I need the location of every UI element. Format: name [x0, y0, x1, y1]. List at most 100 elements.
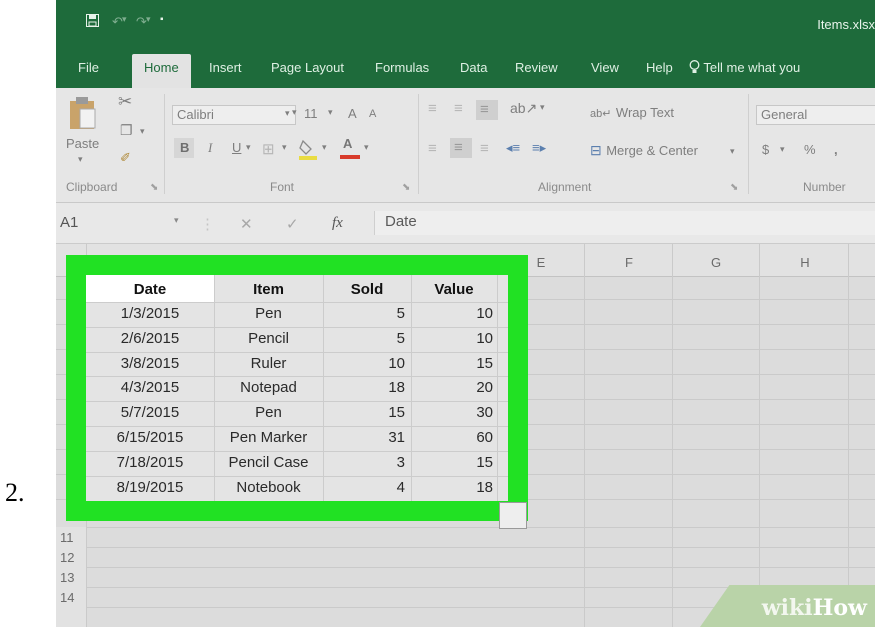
- cell-date[interactable]: 3/8/2015: [86, 352, 214, 376]
- comma-button[interactable]: ,: [834, 142, 838, 157]
- cell-item[interactable]: Notepad: [214, 376, 323, 400]
- fill-color-icon[interactable]: [298, 138, 318, 165]
- cell-sold[interactable]: 5: [323, 302, 405, 326]
- column-header-g[interactable]: G: [696, 255, 736, 270]
- cell-sold[interactable]: 15: [323, 401, 405, 425]
- row-header-13[interactable]: 13: [60, 570, 74, 585]
- cell-item[interactable]: Pen: [214, 302, 323, 326]
- merge-center-button[interactable]: ⊟ Merge & Center: [590, 142, 698, 160]
- cell-item[interactable]: Pen: [214, 401, 323, 425]
- cell-sold[interactable]: 4: [323, 476, 405, 500]
- grow-font-button[interactable]: A: [348, 106, 357, 121]
- tab-file[interactable]: File: [78, 60, 99, 75]
- enter-entry-icon[interactable]: ✓: [286, 215, 299, 233]
- name-box-dropdown-icon[interactable]: ▾: [174, 215, 179, 226]
- italic-button[interactable]: I: [208, 140, 212, 156]
- row-header-11[interactable]: 11: [60, 530, 74, 545]
- align-top-icon[interactable]: ≡: [428, 100, 437, 117]
- font-size-dropdown-icon[interactable]: ▾: [328, 107, 333, 118]
- paste-button[interactable]: Paste: [66, 136, 99, 151]
- tab-insert[interactable]: Insert: [209, 60, 242, 75]
- font-color-dropdown-icon[interactable]: ▾: [364, 142, 369, 153]
- borders-icon[interactable]: ⊞: [262, 140, 275, 158]
- align-left-icon[interactable]: ≡: [428, 140, 437, 157]
- undo-dropdown-icon[interactable]: ▾: [122, 14, 127, 25]
- cell-value[interactable]: 18: [411, 476, 493, 500]
- cell-item[interactable]: Pencil: [214, 327, 323, 351]
- paste-dropdown-icon[interactable]: ▾: [78, 154, 83, 165]
- header-cell-date[interactable]: Date: [86, 275, 214, 302]
- cut-icon[interactable]: ✂: [118, 92, 132, 112]
- align-middle-icon[interactable]: ≡: [454, 100, 463, 117]
- cell-date[interactable]: 6/15/2015: [86, 426, 214, 450]
- decrease-indent-icon[interactable]: ◂≡: [506, 140, 520, 156]
- merge-center-dropdown-icon[interactable]: ▾: [730, 146, 735, 157]
- bold-button[interactable]: B: [180, 140, 189, 155]
- tab-formulas[interactable]: Formulas: [375, 60, 429, 75]
- cell-item[interactable]: Pen Marker: [214, 426, 323, 450]
- wrap-text-button[interactable]: ab↵ Wrap Text: [590, 104, 674, 122]
- underline-button[interactable]: U: [232, 140, 241, 155]
- data-table[interactable]: Date Item Sold Value 1/3/2015 Pen 5 10 2/6/2…: [86, 275, 508, 501]
- cell-date[interactable]: 5/7/2015: [86, 401, 214, 425]
- cell-sold[interactable]: 31: [323, 426, 405, 450]
- shrink-font-button[interactable]: A: [369, 108, 376, 120]
- cell-sold[interactable]: 3: [323, 451, 405, 475]
- cell-date[interactable]: 1/3/2015: [86, 302, 214, 326]
- align-right-icon[interactable]: ≡: [480, 140, 489, 157]
- number-format-combo[interactable]: General: [756, 105, 875, 125]
- tab-view[interactable]: View: [591, 60, 619, 75]
- insert-function-icon[interactable]: fx: [332, 215, 343, 232]
- font-size-combo[interactable]: ▾ 11 ▾: [292, 105, 340, 125]
- font-name-dropdown-icon[interactable]: ▾: [285, 108, 290, 119]
- cell-item[interactable]: Pencil Case: [214, 451, 323, 475]
- copy-dropdown-icon[interactable]: ▾: [140, 126, 145, 137]
- align-center-button[interactable]: ≡: [450, 138, 472, 158]
- column-header-f[interactable]: F: [609, 255, 649, 270]
- cell-date[interactable]: 2/6/2015: [86, 327, 214, 351]
- cell-item[interactable]: Ruler: [214, 352, 323, 376]
- save-icon[interactable]: [86, 14, 99, 30]
- tab-data[interactable]: Data: [460, 60, 487, 75]
- currency-button[interactable]: $: [762, 142, 769, 157]
- fill-color-dropdown-icon[interactable]: ▾: [322, 142, 327, 153]
- cell-value[interactable]: 10: [411, 327, 493, 351]
- name-box[interactable]: A1 ▾: [56, 211, 206, 235]
- alignment-launcher-icon[interactable]: ⬊: [730, 182, 738, 193]
- redo-dropdown-icon[interactable]: ▾: [146, 14, 151, 25]
- orientation-dropdown-icon[interactable]: ▾: [540, 102, 545, 113]
- cell-value[interactable]: 10: [411, 302, 493, 326]
- cell-date[interactable]: 7/18/2015: [86, 451, 214, 475]
- tab-help[interactable]: Help: [646, 60, 673, 75]
- cell-date[interactable]: 4/3/2015: [86, 376, 214, 400]
- tab-home[interactable]: Home: [132, 54, 191, 88]
- align-bottom-button[interactable]: ≡: [476, 100, 498, 120]
- tab-review[interactable]: Review: [515, 60, 558, 75]
- cell-sold[interactable]: 18: [323, 376, 405, 400]
- customize-quick-access-icon[interactable]: ▪: [160, 14, 164, 25]
- cell-value[interactable]: 30: [411, 401, 493, 425]
- copy-icon[interactable]: ❐: [120, 122, 133, 139]
- increase-indent-icon[interactable]: ≡▸: [532, 140, 546, 156]
- cancel-entry-icon[interactable]: ✕: [240, 215, 253, 233]
- paste-icon[interactable]: [68, 96, 96, 135]
- row-header-14[interactable]: 14: [60, 590, 74, 605]
- header-cell-sold[interactable]: Sold: [323, 275, 411, 302]
- cell-value[interactable]: 15: [411, 352, 493, 376]
- header-cell-value[interactable]: Value: [411, 275, 497, 302]
- tell-me-search[interactable]: Tell me what you: [689, 60, 800, 75]
- percent-button[interactable]: %: [804, 142, 816, 157]
- currency-dropdown-icon[interactable]: ▾: [780, 144, 785, 155]
- underline-dropdown-icon[interactable]: ▾: [246, 142, 251, 153]
- cell-sold[interactable]: 10: [323, 352, 405, 376]
- column-header-h[interactable]: H: [785, 255, 825, 270]
- orientation-icon[interactable]: ab↗: [510, 100, 537, 117]
- clipboard-launcher-icon[interactable]: ⬊: [150, 182, 158, 193]
- font-color-button[interactable]: A: [340, 136, 360, 160]
- cell-sold[interactable]: 5: [323, 327, 405, 351]
- font-launcher-icon[interactable]: ⬊: [402, 182, 410, 193]
- cell-item[interactable]: Notebook: [214, 476, 323, 500]
- format-painter-icon[interactable]: ✐: [120, 150, 131, 166]
- cell-value[interactable]: 60: [411, 426, 493, 450]
- cell-value[interactable]: 15: [411, 451, 493, 475]
